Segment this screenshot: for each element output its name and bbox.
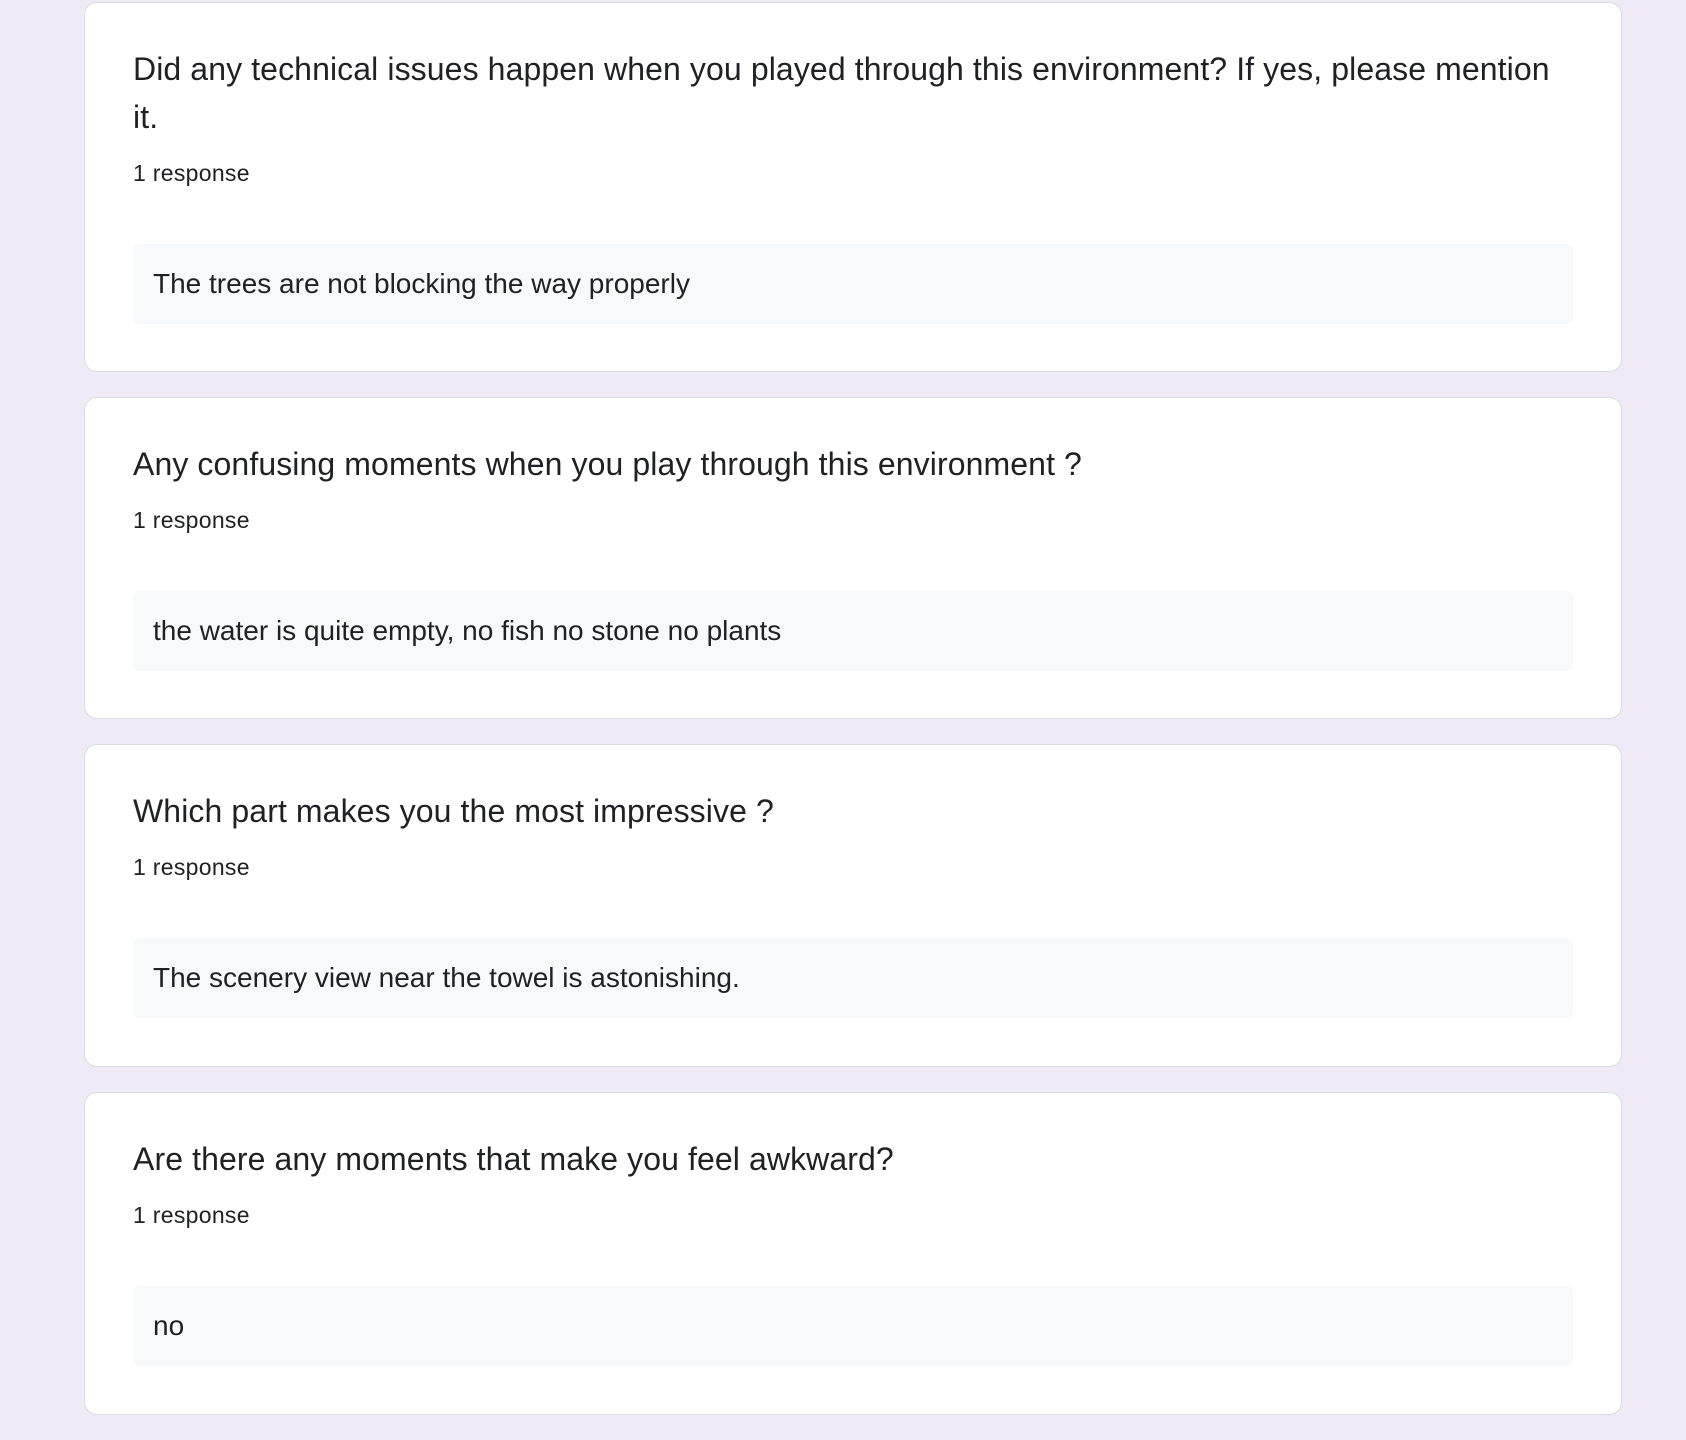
question-title: Are there any moments that make you feel… [133, 1141, 894, 1177]
question-title: Any confusing moments when you play thro… [133, 446, 1082, 482]
responses-feed: Did any technical issues happen when you… [84, 2, 1622, 1440]
response-count: 1 response [133, 1202, 250, 1228]
response-item: The scenery view near the towel is aston… [133, 938, 1573, 1018]
response-count: 1 response [133, 160, 250, 186]
question-title: Did any technical issues happen when you… [133, 51, 1550, 135]
question-title: Which part makes you the most impressive… [133, 793, 774, 829]
response-item: no [133, 1286, 1573, 1366]
question-card: Are there any moments that make you feel… [84, 1092, 1622, 1415]
response-item: the water is quite empty, no fish no sto… [133, 591, 1573, 671]
response-count: 1 response [133, 507, 250, 533]
question-card: Did any technical issues happen when you… [84, 2, 1622, 372]
question-card: Which part makes you the most impressive… [84, 744, 1622, 1067]
question-card: Any confusing moments when you play thro… [84, 397, 1622, 719]
response-item: The trees are not blocking the way prope… [133, 244, 1573, 324]
response-count: 1 response [133, 854, 250, 880]
